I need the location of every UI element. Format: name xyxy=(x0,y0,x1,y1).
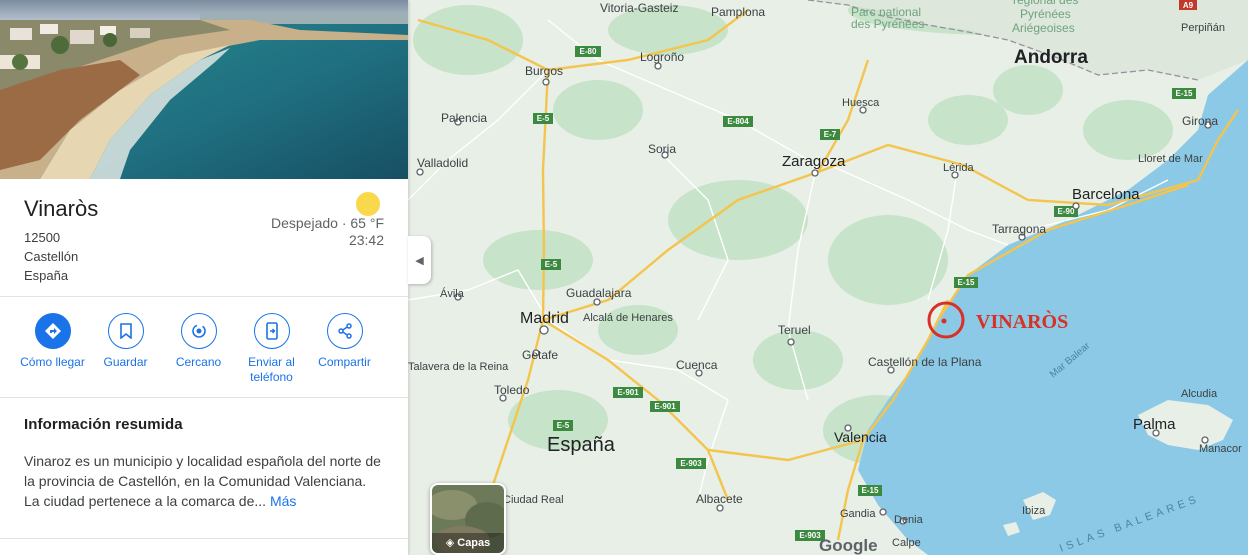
summary-body: Vinaroz es un municipio y localidad espa… xyxy=(24,453,381,509)
collapse-panel-button[interactable]: ◀ xyxy=(408,236,431,284)
place-header: Vinaròs 12500 Castellón España Despejado… xyxy=(0,179,408,297)
layers-button[interactable]: ◈ Capas xyxy=(430,483,506,555)
city-teruel: Teruel xyxy=(778,323,811,337)
city-avila: Ávila xyxy=(440,287,465,300)
shield-e5-north: E-5 xyxy=(537,114,550,123)
weather-info: Despejado · 65 °F 23:42 xyxy=(271,215,384,249)
park-label-2a: régional des xyxy=(1013,0,1078,7)
sun-icon xyxy=(356,192,380,216)
city-alcala: Alcalá de Henares xyxy=(583,312,673,324)
nearby-icon xyxy=(180,313,217,349)
layers-icon: ◈ xyxy=(445,537,455,549)
action-bar: Cómo llegar Guardar Cercano Enviar al te… xyxy=(0,297,408,398)
shield-e80: E-80 xyxy=(580,47,597,56)
city-castellon: Castellón de la Plana xyxy=(868,355,982,369)
city-lloret: Lloret de Mar xyxy=(1138,153,1203,165)
bookmark-icon xyxy=(107,313,144,349)
save-button[interactable]: Guardar xyxy=(89,313,162,397)
shield-e5-south: E-5 xyxy=(557,421,570,430)
shield-e901-b: E-901 xyxy=(654,402,676,411)
place-photo[interactable] xyxy=(0,0,408,179)
layers-label: ◈ Capas xyxy=(445,537,491,549)
directions-button[interactable]: Cómo llegar xyxy=(16,313,89,397)
shield-e804: E-804 xyxy=(727,117,749,126)
city-toledo: Toledo xyxy=(494,383,530,397)
shield-e901: E-901 xyxy=(617,388,639,397)
park-label-2b: Pyrénées xyxy=(1020,7,1071,21)
city-getafe: Getafe xyxy=(522,348,558,362)
share-button[interactable]: Compartir xyxy=(308,313,381,397)
shield-e15-north: E-15 xyxy=(1176,89,1193,98)
shield-e15-south: E-15 xyxy=(862,486,879,495)
shield-e5-mid: E-5 xyxy=(545,260,558,269)
chevron-left-icon: ◀ xyxy=(415,254,424,267)
city-lerida: Lérida xyxy=(943,162,974,174)
city-huesca: Huesca xyxy=(842,97,880,109)
city-talavera: Talavera de la Reina xyxy=(408,361,509,373)
city-zaragoza: Zaragoza xyxy=(782,153,846,170)
summary-title: Información resumida xyxy=(24,416,183,433)
summary-section: Información resumida Vinaroz es un munic… xyxy=(0,398,408,511)
nearby-label: Cercano xyxy=(175,355,222,369)
city-palencia: Palencia xyxy=(441,111,487,125)
city-pamplona: Pamplona xyxy=(711,5,765,19)
city-perpignan: Perpiñán xyxy=(1181,22,1225,34)
city-ibiza: Ibiza xyxy=(1022,505,1046,517)
city-tarragona: Tarragona xyxy=(992,222,1046,236)
shield-e15: E-15 xyxy=(958,278,975,287)
send-to-phone-label: Enviar al teléfono xyxy=(248,355,295,384)
city-cuenca: Cuenca xyxy=(676,358,718,372)
city-denia: Denia xyxy=(894,514,924,526)
city-andorra: Andorra xyxy=(1014,47,1088,68)
directions-label: Cómo llegar xyxy=(20,355,85,369)
city-gandia: Gandia xyxy=(840,508,876,520)
more-link[interactable]: Más xyxy=(270,493,296,509)
save-label: Guardar xyxy=(103,355,148,369)
shield-e903: E-903 xyxy=(680,459,702,468)
local-time: 23:42 xyxy=(348,232,384,248)
shield-e90: E-90 xyxy=(1058,207,1075,216)
send-to-phone-button[interactable]: Enviar al teléfono xyxy=(235,313,308,397)
share-icon xyxy=(326,313,363,349)
city-girona: Girona xyxy=(1182,114,1218,128)
city-albacete: Albacete xyxy=(696,492,743,506)
shield-a9: A9 xyxy=(1183,1,1194,10)
nearby-button[interactable]: Cercano xyxy=(162,313,235,397)
country: España xyxy=(24,268,69,283)
share-label: Compartir xyxy=(318,355,371,369)
city-soria: Soria xyxy=(648,142,676,156)
city-vitoria: Vitoria-Gasteiz xyxy=(600,1,678,15)
city-logrono: Logroño xyxy=(640,50,684,64)
city-manacor: Manacor xyxy=(1199,443,1242,455)
province: Castellón xyxy=(24,249,79,264)
directions-icon xyxy=(34,313,71,349)
send-to-phone-icon xyxy=(253,313,290,349)
shield-e903-south: E-903 xyxy=(799,531,821,540)
city-palma: Palma xyxy=(1133,416,1176,433)
vinaros-label: VINARÒS xyxy=(976,309,1068,333)
summary-text: Vinaroz es un municipio y localidad espa… xyxy=(24,451,384,511)
city-madrid: Madrid xyxy=(520,310,569,327)
divider xyxy=(0,538,408,539)
city-barcelona: Barcelona xyxy=(1072,186,1140,203)
city-valladolid: Valladolid xyxy=(417,156,468,170)
city-calpe: Calpe xyxy=(892,537,921,549)
city-ciudad-real: Ciudad Real xyxy=(503,494,564,506)
park-label-1b: des Pyrénées xyxy=(851,17,924,31)
map-canvas[interactable]: E-80 E-5 E-804 E-7 E-90 E-15 E-15 E-5 E-… xyxy=(408,0,1248,555)
weather-condition: Despejado · 65 °F xyxy=(271,215,384,231)
city-alcudia: Alcudia xyxy=(1181,388,1218,400)
city-burgos: Burgos xyxy=(525,64,563,78)
city-valencia: Valencia xyxy=(834,429,887,445)
shield-e7: E-7 xyxy=(824,130,837,139)
google-logo: Google xyxy=(819,536,878,555)
city-guadalajara: Guadalajara xyxy=(566,286,632,300)
country-espana: España xyxy=(547,434,616,456)
place-panel: Vinaròs 12500 Castellón España Despejado… xyxy=(0,0,408,555)
park-label-2c: Ariégeoises xyxy=(1012,21,1075,35)
